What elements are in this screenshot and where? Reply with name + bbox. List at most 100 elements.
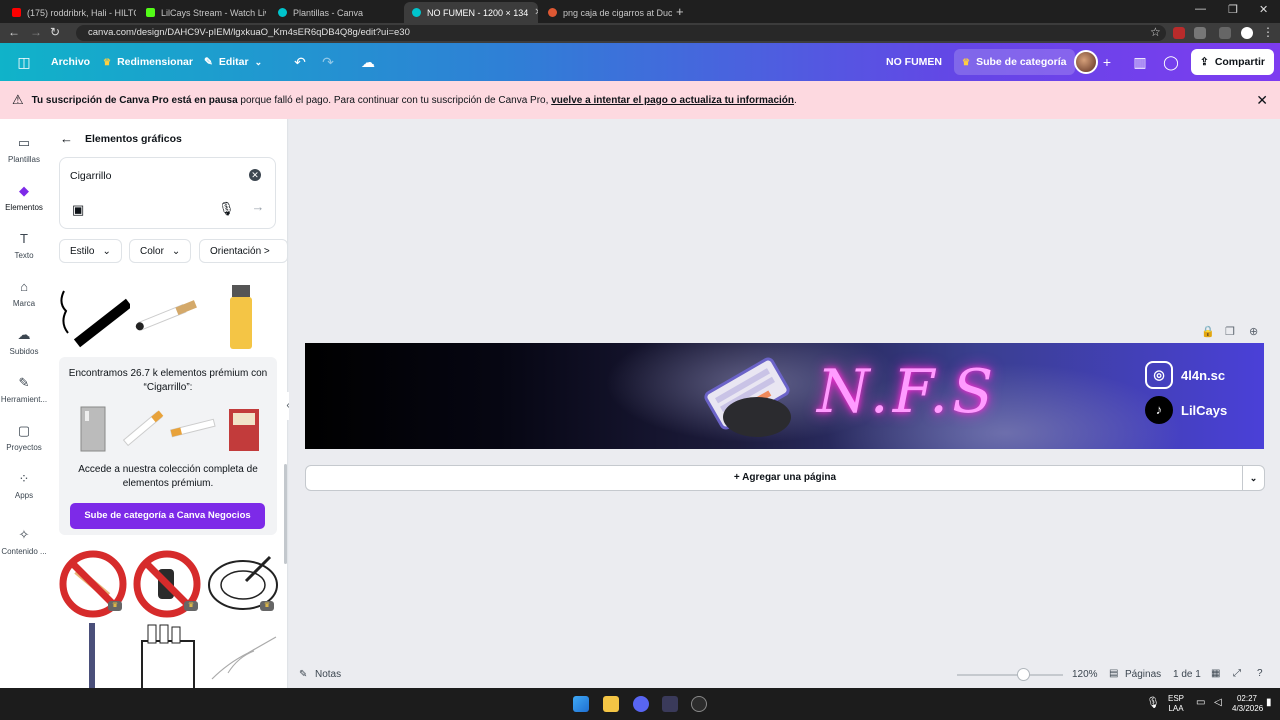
rail-item-plantillas[interactable]: ▭ Plantillas bbox=[0, 135, 48, 164]
rail-item-marca[interactable]: ⌂ Marca bbox=[0, 279, 48, 308]
new-tab-icon[interactable]: + bbox=[676, 4, 684, 19]
browser-tab[interactable]: LilCays Stream - Watch Live on bbox=[138, 2, 266, 23]
discord-icon[interactable] bbox=[633, 696, 649, 712]
rail-item-subidos[interactable]: ☁ Subidos bbox=[0, 327, 48, 356]
search-input[interactable]: Cigarrillo bbox=[70, 170, 111, 182]
file-menu-label: Archivo bbox=[51, 56, 91, 68]
banner-link[interactable]: vuelve a intentar el pago o actualiza tu… bbox=[551, 95, 794, 106]
zoom-level[interactable]: 120% bbox=[1072, 669, 1098, 680]
add-page-icon[interactable]: ⊕ bbox=[1249, 325, 1258, 338]
lock-icon[interactable]: 🔒 bbox=[1201, 325, 1215, 338]
grid-view-icon[interactable]: ▦ bbox=[1211, 668, 1220, 679]
cigarette-thumb[interactable] bbox=[58, 283, 130, 349]
app-icon[interactable] bbox=[662, 696, 678, 712]
file-explorer-icon[interactable] bbox=[603, 696, 619, 712]
browser-tab-active[interactable]: NO FUMEN - 1200 × 134 ✕ bbox=[404, 2, 538, 23]
windows-start-icon[interactable] bbox=[573, 696, 589, 712]
filter-orientacion[interactable]: Orientación > bbox=[199, 239, 288, 263]
add-page-button[interactable]: + Agregar una página ⌄ bbox=[305, 465, 1265, 491]
pages-button[interactable]: Páginas bbox=[1125, 669, 1161, 680]
browser-menu-icon[interactable]: ⋮ bbox=[1262, 25, 1274, 39]
reload-icon[interactable]: ↻ bbox=[50, 25, 60, 39]
close-icon[interactable]: ✕ bbox=[1256, 92, 1268, 109]
design-title[interactable]: NO FUMEN bbox=[886, 43, 942, 81]
image-search-icon[interactable]: ▣ bbox=[72, 202, 84, 218]
layout-icon: ▭ bbox=[17, 135, 31, 150]
resize-button[interactable]: ♛ Redimensionar bbox=[103, 43, 193, 81]
close-tab-icon[interactable]: ✕ bbox=[534, 7, 538, 18]
zoom-slider-handle[interactable] bbox=[1017, 668, 1030, 681]
pencil-icon: ✎ bbox=[204, 56, 213, 68]
vape-pen-thumb[interactable] bbox=[84, 623, 100, 688]
media-icon[interactable] bbox=[1219, 27, 1231, 39]
apps-icon: ⁘ bbox=[18, 471, 30, 486]
zoom-slider[interactable] bbox=[957, 674, 1063, 676]
help-icon[interactable]: ? bbox=[1257, 668, 1263, 679]
back-arrow-icon[interactable]: ← bbox=[60, 131, 73, 146]
cigarette-thumb[interactable] bbox=[132, 291, 204, 341]
microphone-icon[interactable]: 🎙 bbox=[218, 201, 235, 217]
clear-search-icon[interactable]: ✕ bbox=[249, 169, 261, 181]
profile-icon[interactable] bbox=[1241, 27, 1253, 39]
elements-panel: ← Elementos gráficos Cigarrillo ✕ ▣ 🎙 → … bbox=[48, 119, 288, 688]
share-button[interactable]: ⇪ Compartir bbox=[1191, 49, 1274, 75]
kick-icon bbox=[146, 8, 155, 17]
notes-icon[interactable]: ✎ bbox=[299, 669, 307, 680]
minimize-icon[interactable]: — bbox=[1195, 3, 1206, 15]
language-indicator[interactable]: ESP LAA bbox=[1168, 694, 1184, 714]
search-box[interactable]: Cigarrillo ✕ ▣ 🎙 → bbox=[59, 157, 276, 229]
url-field[interactable]: canva.com/design/DAHC9V-pIEM/lgxkuaO_Km4… bbox=[76, 25, 1166, 41]
redo-icon[interactable]: ↷ bbox=[320, 54, 336, 70]
panel-header: ← Elementos gráficos bbox=[60, 131, 182, 146]
tab-title: (175) roddribrk, Hali - HILTC bbox=[27, 7, 136, 18]
notifications-icon[interactable]: ▮ bbox=[1266, 698, 1272, 708]
side-panel-toggle-icon[interactable]: ◫ bbox=[16, 54, 32, 70]
edit-menu-button[interactable]: ✎ Editar ⌄ bbox=[204, 43, 262, 81]
comment-icon[interactable]: ◯ bbox=[1163, 54, 1179, 70]
tab-title: NO FUMEN - 1200 × 134 bbox=[427, 7, 529, 18]
design-canvas[interactable]: N.F.S ◎ 4l4n.sc ♪ LilCays bbox=[305, 343, 1264, 449]
crown-icon: ♛ bbox=[103, 56, 112, 67]
back-icon[interactable]: ← bbox=[8, 25, 20, 39]
extensions-puzzle-icon[interactable] bbox=[1194, 27, 1206, 39]
rail-item-elementos[interactable]: ◆ Elementos bbox=[0, 183, 48, 212]
upgrade-business-button[interactable]: Sube de categoría a Canva Negocios bbox=[70, 503, 265, 529]
lighter-thumb[interactable] bbox=[226, 279, 256, 351]
upgrade-button[interactable]: ♛ Sube de categoría bbox=[954, 49, 1075, 75]
clock[interactable]: 02:27 4/3/2026 bbox=[1232, 694, 1263, 714]
add-collaborator-icon[interactable]: + bbox=[1099, 54, 1115, 70]
rail-item-texto[interactable]: T Texto bbox=[0, 231, 48, 260]
undo-icon[interactable]: ↶ bbox=[292, 54, 308, 70]
close-window-icon[interactable]: ✕ bbox=[1259, 3, 1268, 16]
avatar[interactable] bbox=[1074, 50, 1098, 74]
insights-icon[interactable]: ▥ bbox=[1132, 54, 1148, 70]
browser-tab[interactable]: (175) roddribrk, Hali - HILTC bbox=[4, 2, 136, 23]
forward-icon[interactable]: → bbox=[30, 25, 42, 39]
promo-description: Accede a nuestra colección completa de e… bbox=[78, 464, 258, 489]
rail-item-apps[interactable]: ⁘ Apps bbox=[0, 471, 48, 500]
hand-cigarette-thumb[interactable] bbox=[208, 623, 280, 683]
browser-tab[interactable]: png caja de cigarros at DuckD bbox=[540, 2, 672, 23]
cloud-saved-icon[interactable]: ☁ bbox=[360, 54, 376, 70]
cigarette-pack-thumb[interactable] bbox=[136, 623, 200, 688]
microphone-icon[interactable]: 🎙 bbox=[1146, 698, 1160, 709]
rail-item-proyectos[interactable]: ▢ Proyectos bbox=[0, 423, 48, 452]
bookmark-star-icon[interactable]: ☆ bbox=[1150, 25, 1161, 39]
filter-color[interactable]: Color ⌄ bbox=[129, 239, 192, 263]
volume-icon[interactable]: ◁ bbox=[1214, 698, 1222, 708]
chevron-down-icon[interactable]: ⌄ bbox=[1242, 466, 1264, 490]
extension-icon[interactable] bbox=[1173, 27, 1185, 39]
rail-item-herramientas[interactable]: ✎ Herramient... bbox=[0, 375, 48, 404]
submit-arrow-icon[interactable]: → bbox=[248, 199, 268, 219]
filter-estilo[interactable]: Estilo ⌄ bbox=[59, 239, 122, 263]
network-icon[interactable]: ▭ bbox=[1196, 698, 1205, 708]
file-menu-button[interactable]: Archivo bbox=[51, 43, 90, 81]
notes-button[interactable]: Notas bbox=[315, 669, 341, 680]
chrome-icon[interactable] bbox=[691, 696, 707, 712]
rail-item-contenido[interactable]: ✧ Contenido ... bbox=[0, 527, 48, 556]
duplicate-page-icon[interactable]: ❐ bbox=[1225, 325, 1235, 338]
restore-icon[interactable]: ❐ bbox=[1228, 3, 1238, 16]
browser-tab[interactable]: Plantillas - Canva bbox=[270, 2, 400, 23]
panel-scrollbar[interactable] bbox=[284, 464, 287, 564]
fullscreen-icon[interactable]: ⤢ bbox=[1233, 668, 1241, 679]
